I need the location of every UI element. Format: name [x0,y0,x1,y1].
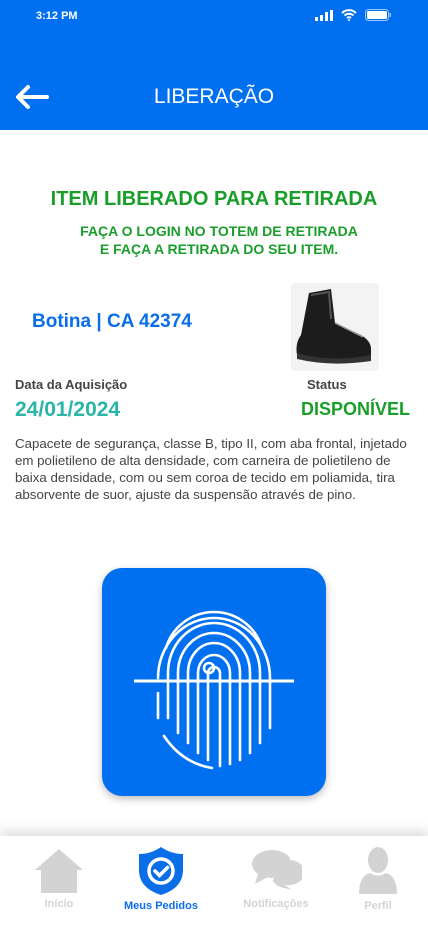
product-image [291,283,379,371]
signal-icon [315,9,333,21]
instruction-line: FAÇA O LOGIN NO TOTEM DE RETIRADA [80,223,358,239]
instruction-line: E FAÇA A RETIRADA DO SEU ITEM. [99,241,339,257]
wifi-icon [341,9,357,21]
fingerprint-icon [134,610,294,770]
nav-label: Perfil [364,900,392,912]
nav-item-notificacoes[interactable]: Notificações [226,846,326,910]
status-label: Status [307,377,347,392]
date-label: Data da Aquisição [15,377,128,392]
nav-label: Meus Pedidos [124,900,198,912]
release-instructions: FAÇA O LOGIN NO TOTEM DE RETIRADA E FAÇA… [0,222,428,258]
status-time: 3:12 PM [36,10,78,22]
bottom-nav: Início Meus Pedidos Notificações Perfil [0,836,428,926]
shield-check-icon [139,847,183,895]
header: 3:12 PM LIBERAÇÃO [0,0,428,130]
user-icon [359,847,397,894]
page-title: LIBERAÇÃO [153,85,275,108]
nav-item-meus-pedidos[interactable]: Meus Pedidos [111,846,211,912]
status-badge: DISPONÍVEL [301,399,411,419]
chat-icon [252,850,302,893]
product-description: Capacete de segurança, classe B, tipo II… [15,436,407,502]
acquisition-date: 24/01/2024 [15,398,121,421]
nav-label: Notificações [243,898,309,910]
battery-icon [365,9,391,21]
nav-item-inicio[interactable]: Início [9,846,109,910]
home-icon [35,849,83,893]
product-name: Botina | CA 42374 [32,311,192,332]
fingerprint-button[interactable] [102,568,326,796]
nav-label: Início [44,898,74,910]
release-title: ITEM LIBERADO PARA RETIRADA [50,188,378,210]
status-icons [315,9,392,21]
nav-item-perfil[interactable]: Perfil [328,846,428,912]
